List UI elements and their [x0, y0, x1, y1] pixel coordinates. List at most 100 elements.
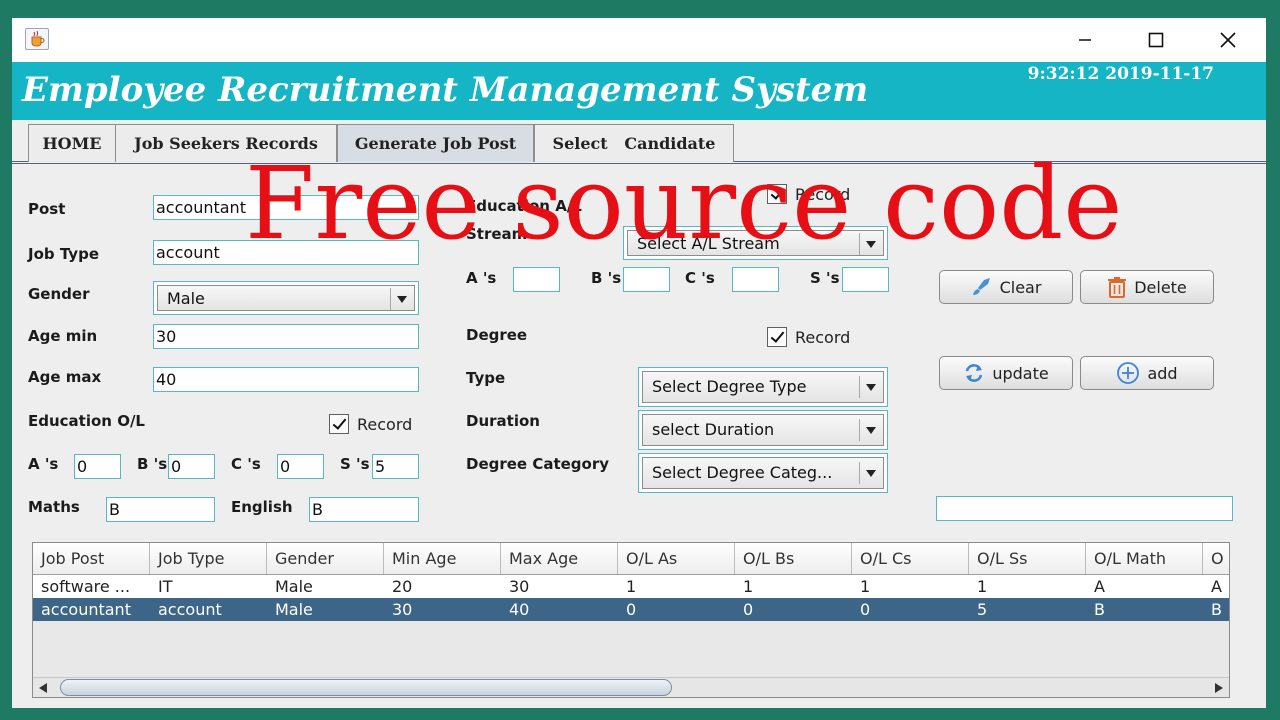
- column-header[interactable]: O/L Math: [1086, 543, 1203, 574]
- checkbox-checked-icon: [767, 327, 787, 347]
- ol-c-field[interactable]: 0: [277, 454, 324, 479]
- column-header[interactable]: O/L As: [618, 543, 735, 574]
- table-cell: 1: [860, 577, 871, 596]
- english-field[interactable]: B: [309, 497, 419, 522]
- ol-a-field[interactable]: 0: [74, 454, 121, 479]
- table-cell: 40: [509, 600, 530, 619]
- update-label: update: [992, 363, 1049, 383]
- column-header[interactable]: Min Age: [384, 543, 501, 574]
- degree-record-label: Record: [795, 327, 851, 347]
- maths-label: Maths: [28, 498, 80, 516]
- clear-button[interactable]: Clear: [939, 270, 1073, 304]
- age-max-field[interactable]: 40: [153, 367, 419, 392]
- table-row-selected[interactable]: accountant account Male 30 40 0 0 0 5 B …: [33, 598, 1229, 621]
- minimize-button[interactable]: [1065, 24, 1105, 56]
- column-header[interactable]: Job Post: [33, 543, 150, 574]
- watermark-text: Free source code: [245, 145, 1123, 262]
- delete-button[interactable]: Delete: [1080, 270, 1214, 304]
- close-button[interactable]: [1208, 24, 1248, 56]
- gender-value: Male: [167, 289, 205, 308]
- app-title: Employee Recruitment Management System: [22, 70, 869, 110]
- al-a-field[interactable]: [513, 267, 560, 292]
- table-cell: account: [158, 600, 222, 619]
- horizontal-scrollbar[interactable]: [33, 677, 1229, 697]
- title-bar: [12, 18, 1266, 62]
- column-header[interactable]: Job Type: [150, 543, 267, 574]
- table-cell: 1: [743, 577, 754, 596]
- refresh-icon: [966, 364, 983, 382]
- table-cell: Male: [275, 600, 313, 619]
- duration-label: Duration: [466, 412, 540, 430]
- table-cell: 30: [509, 577, 530, 596]
- column-header[interactable]: Max Age: [501, 543, 618, 574]
- degree-category-select[interactable]: Select Degree Categ...: [638, 453, 888, 493]
- age-min-label: Age min: [28, 327, 98, 345]
- add-label: add: [1147, 363, 1178, 383]
- table-cell: accountant: [41, 600, 131, 619]
- degree-label: Degree: [466, 326, 528, 344]
- ol-a-label: A 's: [28, 455, 59, 473]
- ol-record-label: Record: [357, 414, 413, 434]
- al-c-field[interactable]: [732, 267, 779, 292]
- chevron-down-icon: [390, 288, 412, 310]
- ol-record-checkbox[interactable]: Record: [329, 414, 412, 434]
- ol-b-field[interactable]: 0: [168, 454, 215, 479]
- table-cell: A: [1094, 577, 1105, 596]
- education-ol-label: Education O/L: [28, 412, 145, 430]
- clock-display: 9:32:12 2019-11-17: [1027, 64, 1214, 84]
- table-cell: 1: [977, 577, 988, 596]
- java-cup-icon: [25, 28, 49, 50]
- scroll-left-icon[interactable]: [36, 682, 50, 694]
- degree-type-select[interactable]: Select Degree Type: [638, 367, 888, 407]
- al-s-field[interactable]: [842, 267, 889, 292]
- table-cell: 5: [977, 600, 988, 619]
- delete-label: Delete: [1134, 277, 1187, 297]
- chevron-down-icon: [859, 462, 881, 484]
- scrollbar-thumb[interactable]: [60, 679, 672, 696]
- brush-icon: [972, 278, 990, 295]
- degree-record-checkbox[interactable]: Record: [767, 327, 850, 347]
- duration-select[interactable]: select Duration: [638, 410, 888, 450]
- column-header[interactable]: O/L Cs: [852, 543, 969, 574]
- chevron-down-icon: [859, 419, 881, 441]
- maths-field[interactable]: B: [106, 497, 215, 522]
- app-window: Employee Recruitment Management System 9…: [12, 18, 1266, 710]
- update-button[interactable]: update: [939, 356, 1073, 390]
- gender-select[interactable]: Male: [153, 281, 419, 315]
- table-row[interactable]: software ... IT Male 20 30 1 1 1 1 A A: [33, 575, 1229, 598]
- checkbox-checked-icon: [329, 414, 349, 434]
- header-banner: Employee Recruitment Management System 9…: [12, 62, 1266, 120]
- trash-icon: [1108, 277, 1127, 298]
- column-header[interactable]: O: [1203, 543, 1229, 574]
- column-header[interactable]: Gender: [267, 543, 384, 574]
- duration-value: select Duration: [652, 420, 775, 439]
- table-cell: 0: [743, 600, 754, 619]
- table-cell: B: [1211, 600, 1222, 619]
- column-header[interactable]: O/L Ss: [969, 543, 1086, 574]
- al-b-field[interactable]: [623, 267, 670, 292]
- maximize-button[interactable]: [1136, 24, 1176, 56]
- maximize-icon: [1148, 32, 1164, 48]
- ol-b-label: B 's: [137, 455, 168, 473]
- close-icon: [1220, 32, 1236, 48]
- table-cell: software ...: [41, 577, 131, 596]
- add-button[interactable]: add: [1080, 356, 1214, 390]
- tab-home[interactable]: HOME: [28, 124, 116, 162]
- english-label: English: [231, 498, 293, 516]
- age-min-field[interactable]: 30: [153, 324, 419, 349]
- column-header[interactable]: O/L Bs: [735, 543, 852, 574]
- plus-circle-icon: [1117, 362, 1140, 384]
- job-posts-table: Job Post Job Type Gender Min Age Max Age…: [32, 542, 1230, 698]
- degree-category-label: Degree Category: [466, 455, 610, 473]
- gender-label: Gender: [28, 285, 90, 303]
- post-label: Post: [28, 200, 66, 218]
- scroll-right-icon[interactable]: [1212, 682, 1226, 694]
- ol-s-field[interactable]: 5: [372, 454, 419, 479]
- ol-c-label: C 's: [231, 455, 261, 473]
- al-c-label: C 's: [685, 269, 715, 287]
- clear-label: Clear: [999, 277, 1042, 297]
- table-cell: A: [1211, 577, 1222, 596]
- search-field[interactable]: [936, 496, 1233, 521]
- ol-s-label: S 's: [340, 455, 370, 473]
- table-cell: B: [1094, 600, 1105, 619]
